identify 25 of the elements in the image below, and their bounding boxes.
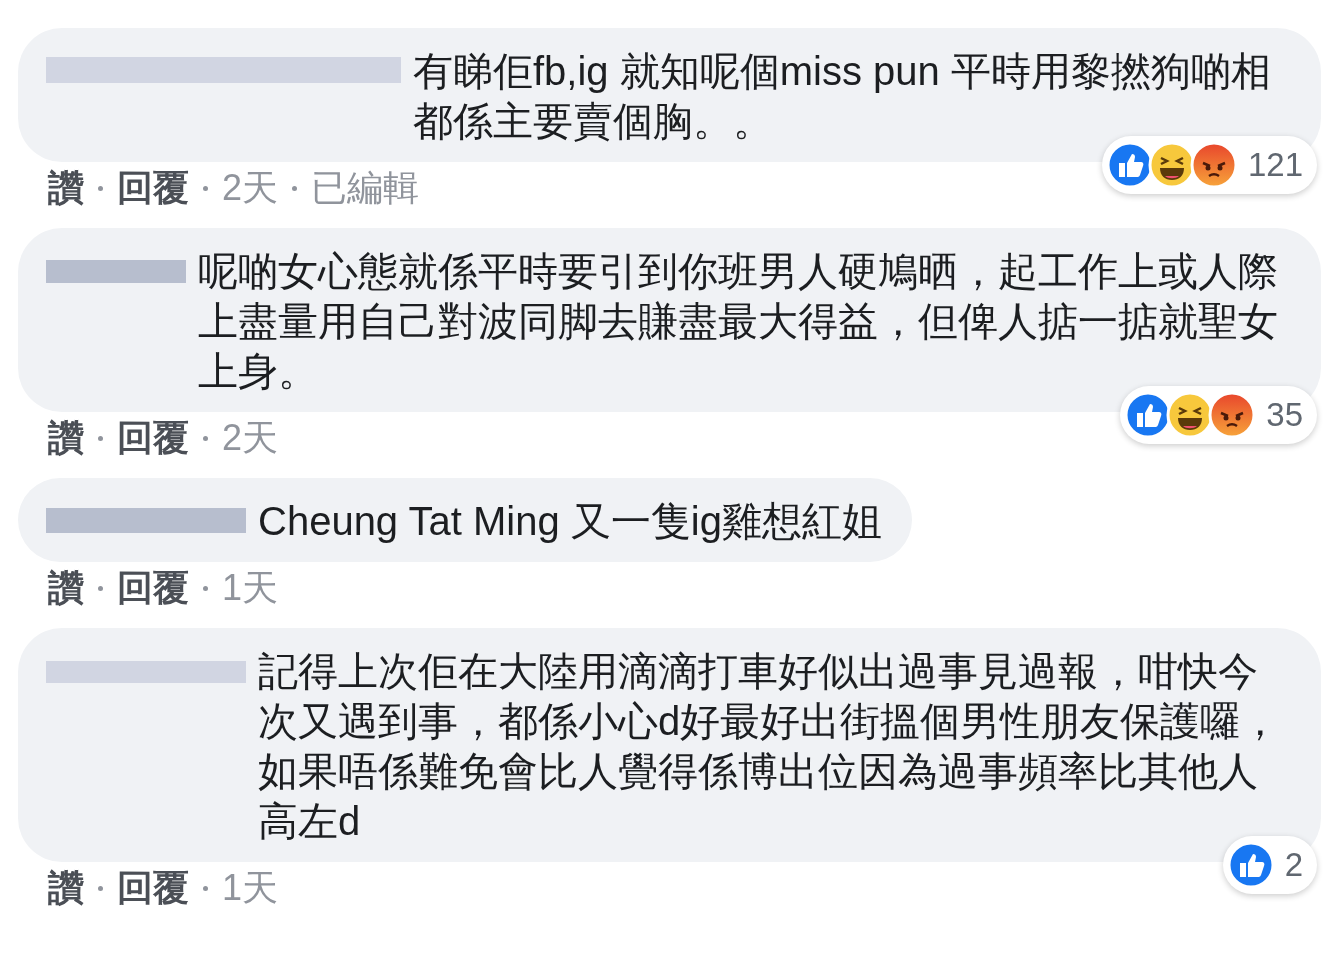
reaction-badge[interactable]: 35 [1120, 386, 1317, 444]
separator-dot [292, 185, 298, 191]
separator-dot [203, 585, 208, 591]
separator-dot [203, 435, 208, 441]
separator-dot [203, 885, 208, 891]
reply-link[interactable]: 回覆 [117, 413, 189, 463]
separator-dot [98, 185, 103, 191]
reaction-count: 2 [1284, 845, 1303, 885]
separator-dot [98, 435, 103, 441]
reply-link[interactable]: 回覆 [117, 563, 189, 613]
reaction-count: 35 [1266, 395, 1303, 435]
like-link[interactable]: 讚 [48, 863, 84, 913]
separator-dot [203, 185, 208, 191]
reply-link[interactable]: 回覆 [117, 863, 189, 913]
comment-text: Cheung Tat Ming 又一隻ig雞想紅姐 [258, 498, 882, 545]
like-link[interactable]: 讚 [48, 163, 84, 213]
like-link[interactable]: 讚 [48, 413, 84, 463]
reaction-count: 121 [1247, 145, 1303, 185]
reply-link[interactable]: 回覆 [117, 163, 189, 213]
reaction-badge[interactable]: 2 [1222, 836, 1317, 894]
reaction-badge[interactable]: 121 [1101, 136, 1317, 194]
separator-dot [98, 585, 103, 591]
like-link[interactable]: 讚 [48, 563, 84, 613]
separator-dot [98, 885, 103, 891]
angry-face-icon [1189, 141, 1238, 189]
